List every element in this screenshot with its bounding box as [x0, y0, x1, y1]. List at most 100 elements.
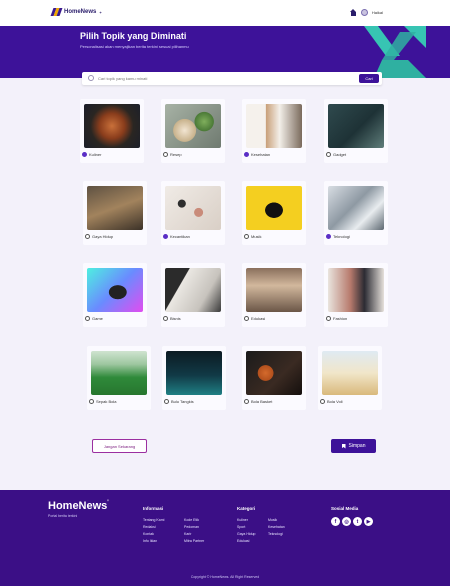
search-bar: Cari: [82, 72, 382, 85]
topic-radio[interactable]: [244, 234, 249, 239]
home-icon[interactable]: [349, 9, 357, 16]
topic-radio[interactable]: [326, 234, 331, 239]
footer-brand[interactable]: HomeNews': [48, 500, 109, 512]
instagram-icon[interactable]: ◎: [342, 517, 351, 526]
sepak-bola-image: [91, 351, 147, 395]
skip-button[interactable]: Jangan Sekarang: [92, 439, 147, 453]
footer-link[interactable]: Musik: [268, 518, 277, 522]
facebook-icon[interactable]: f: [331, 517, 340, 526]
footer-link[interactable]: Redaksi: [143, 525, 156, 529]
game-image: [87, 268, 143, 312]
footer-tagline: Portal berita terkini: [48, 514, 78, 518]
top-navbar: HomeNews + Haikal: [0, 0, 450, 26]
topic-label: Sepak Bola: [96, 399, 117, 404]
topic-card-bisnis[interactable]: Bisnis: [161, 263, 225, 327]
topic-card-sepak-bola[interactable]: Sepak Bola: [87, 346, 151, 410]
topic-label: Gaya Hidup: [92, 234, 114, 239]
youtube-icon[interactable]: ▶: [364, 517, 373, 526]
topic-card-kesehatan[interactable]: Kesehatan: [242, 99, 306, 163]
page-subtitle: Personalisasi akan menyajikan berita ter…: [80, 44, 189, 49]
topic-radio[interactable]: [163, 316, 168, 321]
save-label: Simpan: [348, 443, 366, 449]
topic-card-gadget[interactable]: Gadget: [324, 99, 388, 163]
topic-label: Game: [92, 316, 103, 321]
page-title: Pilih Topik yang Diminati: [80, 31, 187, 41]
brand-name: HomeNews: [64, 9, 97, 15]
hero-banner: Pilih Topik yang Diminati Personalisasi …: [0, 26, 450, 78]
topic-radio[interactable]: [82, 152, 87, 157]
copyright-text: Copyright © HomeNews. All Right Reserved: [190, 575, 260, 579]
bisnis-image: [165, 268, 221, 312]
edukasi-image: [246, 268, 302, 312]
topic-label: Bola Voli: [327, 399, 343, 404]
footer-category-heading: Kategori: [237, 506, 256, 511]
topic-card-kecantikan[interactable]: Kecantikan: [161, 181, 225, 245]
gadget-image: [328, 104, 384, 148]
topic-card-fashion[interactable]: Fashion: [324, 263, 388, 327]
footer-link[interactable]: Teknologi: [268, 532, 283, 536]
topic-label: Kuliner: [89, 152, 102, 157]
topic-card-bulu-tangkis[interactable]: Bulu Tangkis: [162, 346, 226, 410]
topic-radio[interactable]: [89, 399, 94, 404]
topic-label: Kecantikan: [170, 234, 190, 239]
topic-card-gaya-hidup[interactable]: Gaya Hidup: [83, 181, 147, 245]
topic-radio[interactable]: [85, 234, 90, 239]
topic-radio[interactable]: [164, 399, 169, 404]
topic-card-game[interactable]: Game: [83, 263, 147, 327]
bulu-tangkis-image: [166, 351, 222, 395]
brand-badge: +: [99, 9, 102, 15]
footer-link[interactable]: Kontak: [143, 532, 154, 536]
topic-radio[interactable]: [85, 316, 90, 321]
footer-info-heading: Informasi: [143, 506, 164, 511]
topic-card-edukasi[interactable]: Edukasi: [242, 263, 306, 327]
topic-card-teknologi[interactable]: Teknologi: [324, 181, 388, 245]
topic-radio[interactable]: [163, 234, 168, 239]
footer-link[interactable]: Karir: [184, 532, 191, 536]
musik-image: [246, 186, 302, 230]
topic-radio[interactable]: [244, 399, 249, 404]
twitter-icon[interactable]: t: [353, 517, 362, 526]
footer-link[interactable]: Pedoman: [184, 525, 199, 529]
user-label[interactable]: Haikal: [372, 10, 383, 15]
topic-radio[interactable]: [244, 152, 249, 157]
topic-card-bola-voli[interactable]: Bola Voli: [318, 346, 382, 410]
topic-card-kuliner[interactable]: Kuliner: [80, 99, 144, 163]
topic-card-musik[interactable]: Musik: [242, 181, 306, 245]
topic-label: Teknologi: [333, 234, 350, 239]
topic-label: Fashion: [333, 316, 348, 321]
hero-decoration-icon: [364, 26, 426, 78]
topic-card-resep[interactable]: Resep: [161, 99, 225, 163]
topic-radio[interactable]: [163, 152, 168, 157]
kecantikan-image: [165, 186, 221, 230]
bola-basket-image: [246, 351, 302, 395]
logo-mark-icon: [50, 8, 63, 16]
footer-link[interactable]: Sport: [237, 525, 245, 529]
brand-logo[interactable]: HomeNews +: [50, 8, 102, 16]
footer-social-heading: Sosial Media: [331, 506, 359, 511]
footer-link[interactable]: Tentang Kami: [143, 518, 164, 522]
bookmark-icon: [341, 443, 346, 449]
avatar[interactable]: [360, 9, 368, 16]
topic-label: Musik: [251, 234, 262, 239]
search-button[interactable]: Cari: [359, 74, 379, 83]
topic-label: Resep: [170, 152, 182, 157]
footer-link[interactable]: Mitra Partner: [184, 539, 204, 543]
topic-label: Bisnis: [170, 316, 181, 321]
social-links: f ◎ t ▶: [331, 517, 373, 526]
save-button[interactable]: Simpan: [331, 439, 376, 453]
topic-label: Edukasi: [251, 316, 266, 321]
footer-link[interactable]: Kesehatan: [268, 525, 285, 529]
footer-link[interactable]: Info Iklan: [143, 539, 157, 543]
footer-link[interactable]: Edukasi: [237, 539, 249, 543]
footer-link[interactable]: Gaya Hidup: [237, 532, 255, 536]
footer-link[interactable]: Kode Etik: [184, 518, 199, 522]
kuliner-image: [84, 104, 140, 148]
topic-radio[interactable]: [244, 316, 249, 321]
topic-radio[interactable]: [320, 399, 325, 404]
topic-card-bola-basket[interactable]: Bola Basket: [242, 346, 306, 410]
footer-link[interactable]: Kuliner: [237, 518, 248, 522]
topic-radio[interactable]: [326, 316, 331, 321]
search-input[interactable]: [98, 74, 348, 83]
gaya-hidup-image: [87, 186, 143, 230]
topic-radio[interactable]: [326, 152, 331, 157]
